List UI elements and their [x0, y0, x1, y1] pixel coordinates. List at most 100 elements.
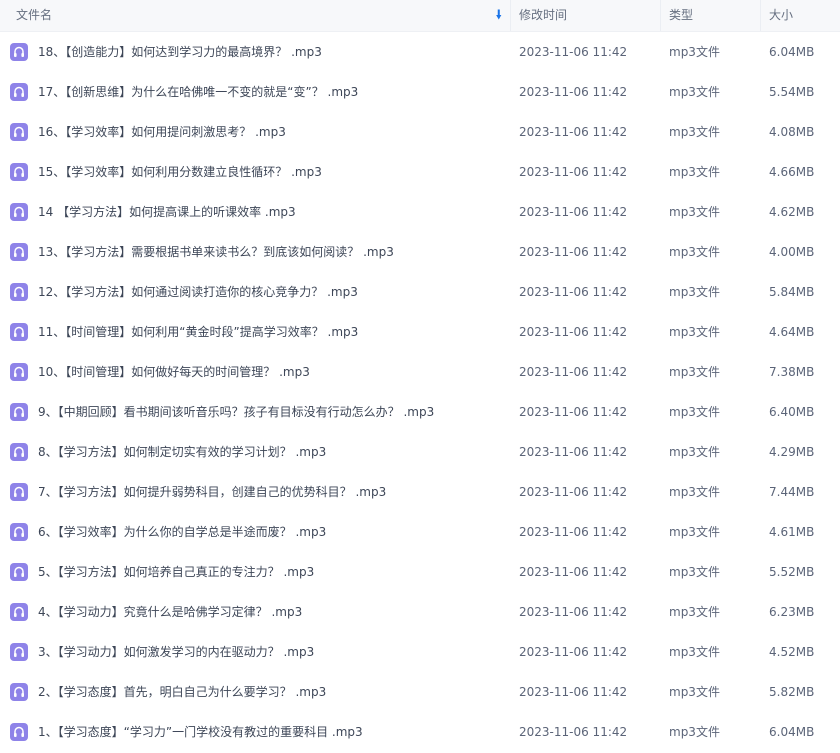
audio-file-icon [10, 203, 28, 221]
file-type: mp3文件 [669, 325, 720, 339]
file-row[interactable]: 6、【学习效率】为什么你的自学总是半途而废？ .mp3 2023-11-06 11… [0, 512, 840, 552]
audio-file-icon [10, 283, 28, 301]
file-name[interactable]: 4、【学习动力】究竟什么是哈佛学习定律？ .mp3 [38, 592, 302, 632]
file-name[interactable]: 9、【中期回顾】看书期间该听音乐吗？孩子有目标没有行动怎么办？ .mp3 [38, 392, 434, 432]
column-header-type[interactable]: 类型 [661, 0, 761, 31]
file-modified-date: 2023-11-06 11:42 [519, 525, 628, 539]
file-size: 4.64MB [769, 325, 815, 339]
file-name[interactable]: 3、【学习动力】如何激发学习的内在驱动力？ .mp3 [38, 632, 314, 672]
column-header-name[interactable]: 文件名 🠛 [0, 0, 511, 31]
file-type: mp3文件 [669, 45, 720, 59]
file-size: 5.54MB [769, 85, 815, 99]
file-row[interactable]: 18、【创造能力】如何达到学习力的最高境界？ .mp3 2023-11-06 11… [0, 32, 840, 72]
file-modified-date: 2023-11-06 11:42 [519, 365, 628, 379]
file-row[interactable]: 9、【中期回顾】看书期间该听音乐吗？孩子有目标没有行动怎么办？ .mp3 2023… [0, 392, 840, 432]
file-size: 6.04MB [769, 725, 815, 739]
file-name[interactable]: 15、【学习效率】如何利用分数建立良性循环？ .mp3 [38, 152, 322, 192]
file-row[interactable]: 15、【学习效率】如何利用分数建立良性循环？ .mp3 2023-11-06 11… [0, 152, 840, 192]
file-type: mp3文件 [669, 205, 720, 219]
file-name[interactable]: 13、【学习方法】需要根据书单来读书么？到底该如何阅读？ .mp3 [38, 232, 394, 272]
file-type: mp3文件 [669, 725, 720, 739]
file-name[interactable]: 12、【学习方法】如何通过阅读打造你的核心竞争力？ .mp3 [38, 272, 358, 312]
file-modified-date: 2023-11-06 11:42 [519, 285, 628, 299]
file-name[interactable]: 16、【学习效率】如何用提问刺激思考？ .mp3 [38, 112, 286, 152]
file-row[interactable]: 5、【学习方法】如何培养自己真正的专注力？ .mp3 2023-11-06 11:… [0, 552, 840, 592]
file-type: mp3文件 [669, 365, 720, 379]
file-size: 5.82MB [769, 685, 815, 699]
file-size: 4.61MB [769, 525, 815, 539]
audio-file-icon [10, 723, 28, 741]
file-row[interactable]: 10、【时间管理】如何做好每天的时间管理？ .mp3 2023-11-06 11:… [0, 352, 840, 392]
audio-file-icon [10, 643, 28, 661]
audio-file-icon [10, 403, 28, 421]
file-type: mp3文件 [669, 125, 720, 139]
file-name[interactable]: 18、【创造能力】如何达到学习力的最高境界？ .mp3 [38, 32, 322, 72]
file-type: mp3文件 [669, 565, 720, 579]
file-type: mp3文件 [669, 485, 720, 499]
file-size: 6.04MB [769, 45, 815, 59]
file-list-header: 文件名 🠛 修改时间 类型 大小 [0, 0, 840, 32]
file-type: mp3文件 [669, 685, 720, 699]
file-size: 7.38MB [769, 365, 815, 379]
file-name[interactable]: 17、【创新思维】为什么在哈佛唯一不变的就是“变”？ .mp3 [38, 72, 358, 112]
file-type: mp3文件 [669, 85, 720, 99]
file-type: mp3文件 [669, 525, 720, 539]
file-name[interactable]: 14 【学习方法】如何提高课上的听课效率 .mp3 [38, 192, 296, 232]
audio-file-icon [10, 683, 28, 701]
file-row[interactable]: 16、【学习效率】如何用提问刺激思考？ .mp3 2023-11-06 11:42… [0, 112, 840, 152]
file-modified-date: 2023-11-06 11:42 [519, 565, 628, 579]
file-row[interactable]: 17、【创新思维】为什么在哈佛唯一不变的就是“变”？ .mp3 2023-11-0… [0, 72, 840, 112]
file-name[interactable]: 2、【学习态度】首先，明白自己为什么要学习？ .mp3 [38, 672, 326, 712]
file-type: mp3文件 [669, 285, 720, 299]
file-name[interactable]: 10、【时间管理】如何做好每天的时间管理？ .mp3 [38, 352, 310, 392]
file-modified-date: 2023-11-06 11:42 [519, 205, 628, 219]
file-size: 4.08MB [769, 125, 815, 139]
file-modified-date: 2023-11-06 11:42 [519, 685, 628, 699]
file-row[interactable]: 13、【学习方法】需要根据书单来读书么？到底该如何阅读？ .mp3 2023-11… [0, 232, 840, 272]
file-size: 7.44MB [769, 485, 815, 499]
file-row[interactable]: 4、【学习动力】究竟什么是哈佛学习定律？ .mp3 2023-11-06 11:4… [0, 592, 840, 632]
column-header-size[interactable]: 大小 [761, 0, 840, 31]
file-type: mp3文件 [669, 405, 720, 419]
file-type: mp3文件 [669, 645, 720, 659]
file-name[interactable]: 8、【学习方法】如何制定切实有效的学习计划？ .mp3 [38, 432, 326, 472]
file-size: 4.52MB [769, 645, 815, 659]
file-name[interactable]: 7、【学习方法】如何提升弱势科目，创建自己的优势科目？ .mp3 [38, 472, 386, 512]
file-row[interactable]: 8、【学习方法】如何制定切实有效的学习计划？ .mp3 2023-11-06 11… [0, 432, 840, 472]
file-modified-date: 2023-11-06 11:42 [519, 125, 628, 139]
audio-file-icon [10, 603, 28, 621]
column-header-size-label: 大小 [769, 8, 794, 22]
file-row[interactable]: 12、【学习方法】如何通过阅读打造你的核心竞争力？ .mp3 2023-11-06… [0, 272, 840, 312]
file-name[interactable]: 1、【学习态度】“学习力”一门学校没有教过的重要科目 .mp3 [38, 712, 363, 752]
file-row[interactable]: 7、【学习方法】如何提升弱势科目，创建自己的优势科目？ .mp3 2023-11-… [0, 472, 840, 512]
file-row[interactable]: 11、【时间管理】如何利用“黄金时段”提高学习效率？ .mp3 2023-11-0… [0, 312, 840, 352]
column-header-date[interactable]: 修改时间 [511, 0, 661, 31]
file-row[interactable]: 1、【学习态度】“学习力”一门学校没有教过的重要科目 .mp3 2023-11-0… [0, 712, 840, 752]
file-list: 18、【创造能力】如何达到学习力的最高境界？ .mp3 2023-11-06 11… [0, 32, 840, 752]
file-row[interactable]: 3、【学习动力】如何激发学习的内在驱动力？ .mp3 2023-11-06 11:… [0, 632, 840, 672]
file-size: 6.23MB [769, 605, 815, 619]
file-modified-date: 2023-11-06 11:42 [519, 85, 628, 99]
column-header-name-label: 文件名 [16, 8, 53, 22]
file-size: 5.52MB [769, 565, 815, 579]
audio-file-icon [10, 123, 28, 141]
column-header-type-label: 类型 [669, 8, 694, 22]
audio-file-icon [10, 523, 28, 541]
file-size: 4.29MB [769, 445, 815, 459]
audio-file-icon [10, 443, 28, 461]
audio-file-icon [10, 483, 28, 501]
file-row[interactable]: 14 【学习方法】如何提高课上的听课效率 .mp3 2023-11-06 11:4… [0, 192, 840, 232]
file-row[interactable]: 2、【学习态度】首先，明白自己为什么要学习？ .mp3 2023-11-06 11… [0, 672, 840, 712]
audio-file-icon [10, 83, 28, 101]
file-name[interactable]: 5、【学习方法】如何培养自己真正的专注力？ .mp3 [38, 552, 314, 592]
file-type: mp3文件 [669, 445, 720, 459]
file-name[interactable]: 6、【学习效率】为什么你的自学总是半途而废？ .mp3 [38, 512, 326, 552]
file-size: 5.84MB [769, 285, 815, 299]
file-modified-date: 2023-11-06 11:42 [519, 165, 628, 179]
file-name[interactable]: 11、【时间管理】如何利用“黄金时段”提高学习效率？ .mp3 [38, 312, 358, 352]
file-modified-date: 2023-11-06 11:42 [519, 445, 628, 459]
audio-file-icon [10, 243, 28, 261]
sort-down-arrow-icon[interactable]: 🠛 [495, 0, 502, 31]
file-modified-date: 2023-11-06 11:42 [519, 45, 628, 59]
file-modified-date: 2023-11-06 11:42 [519, 245, 628, 259]
